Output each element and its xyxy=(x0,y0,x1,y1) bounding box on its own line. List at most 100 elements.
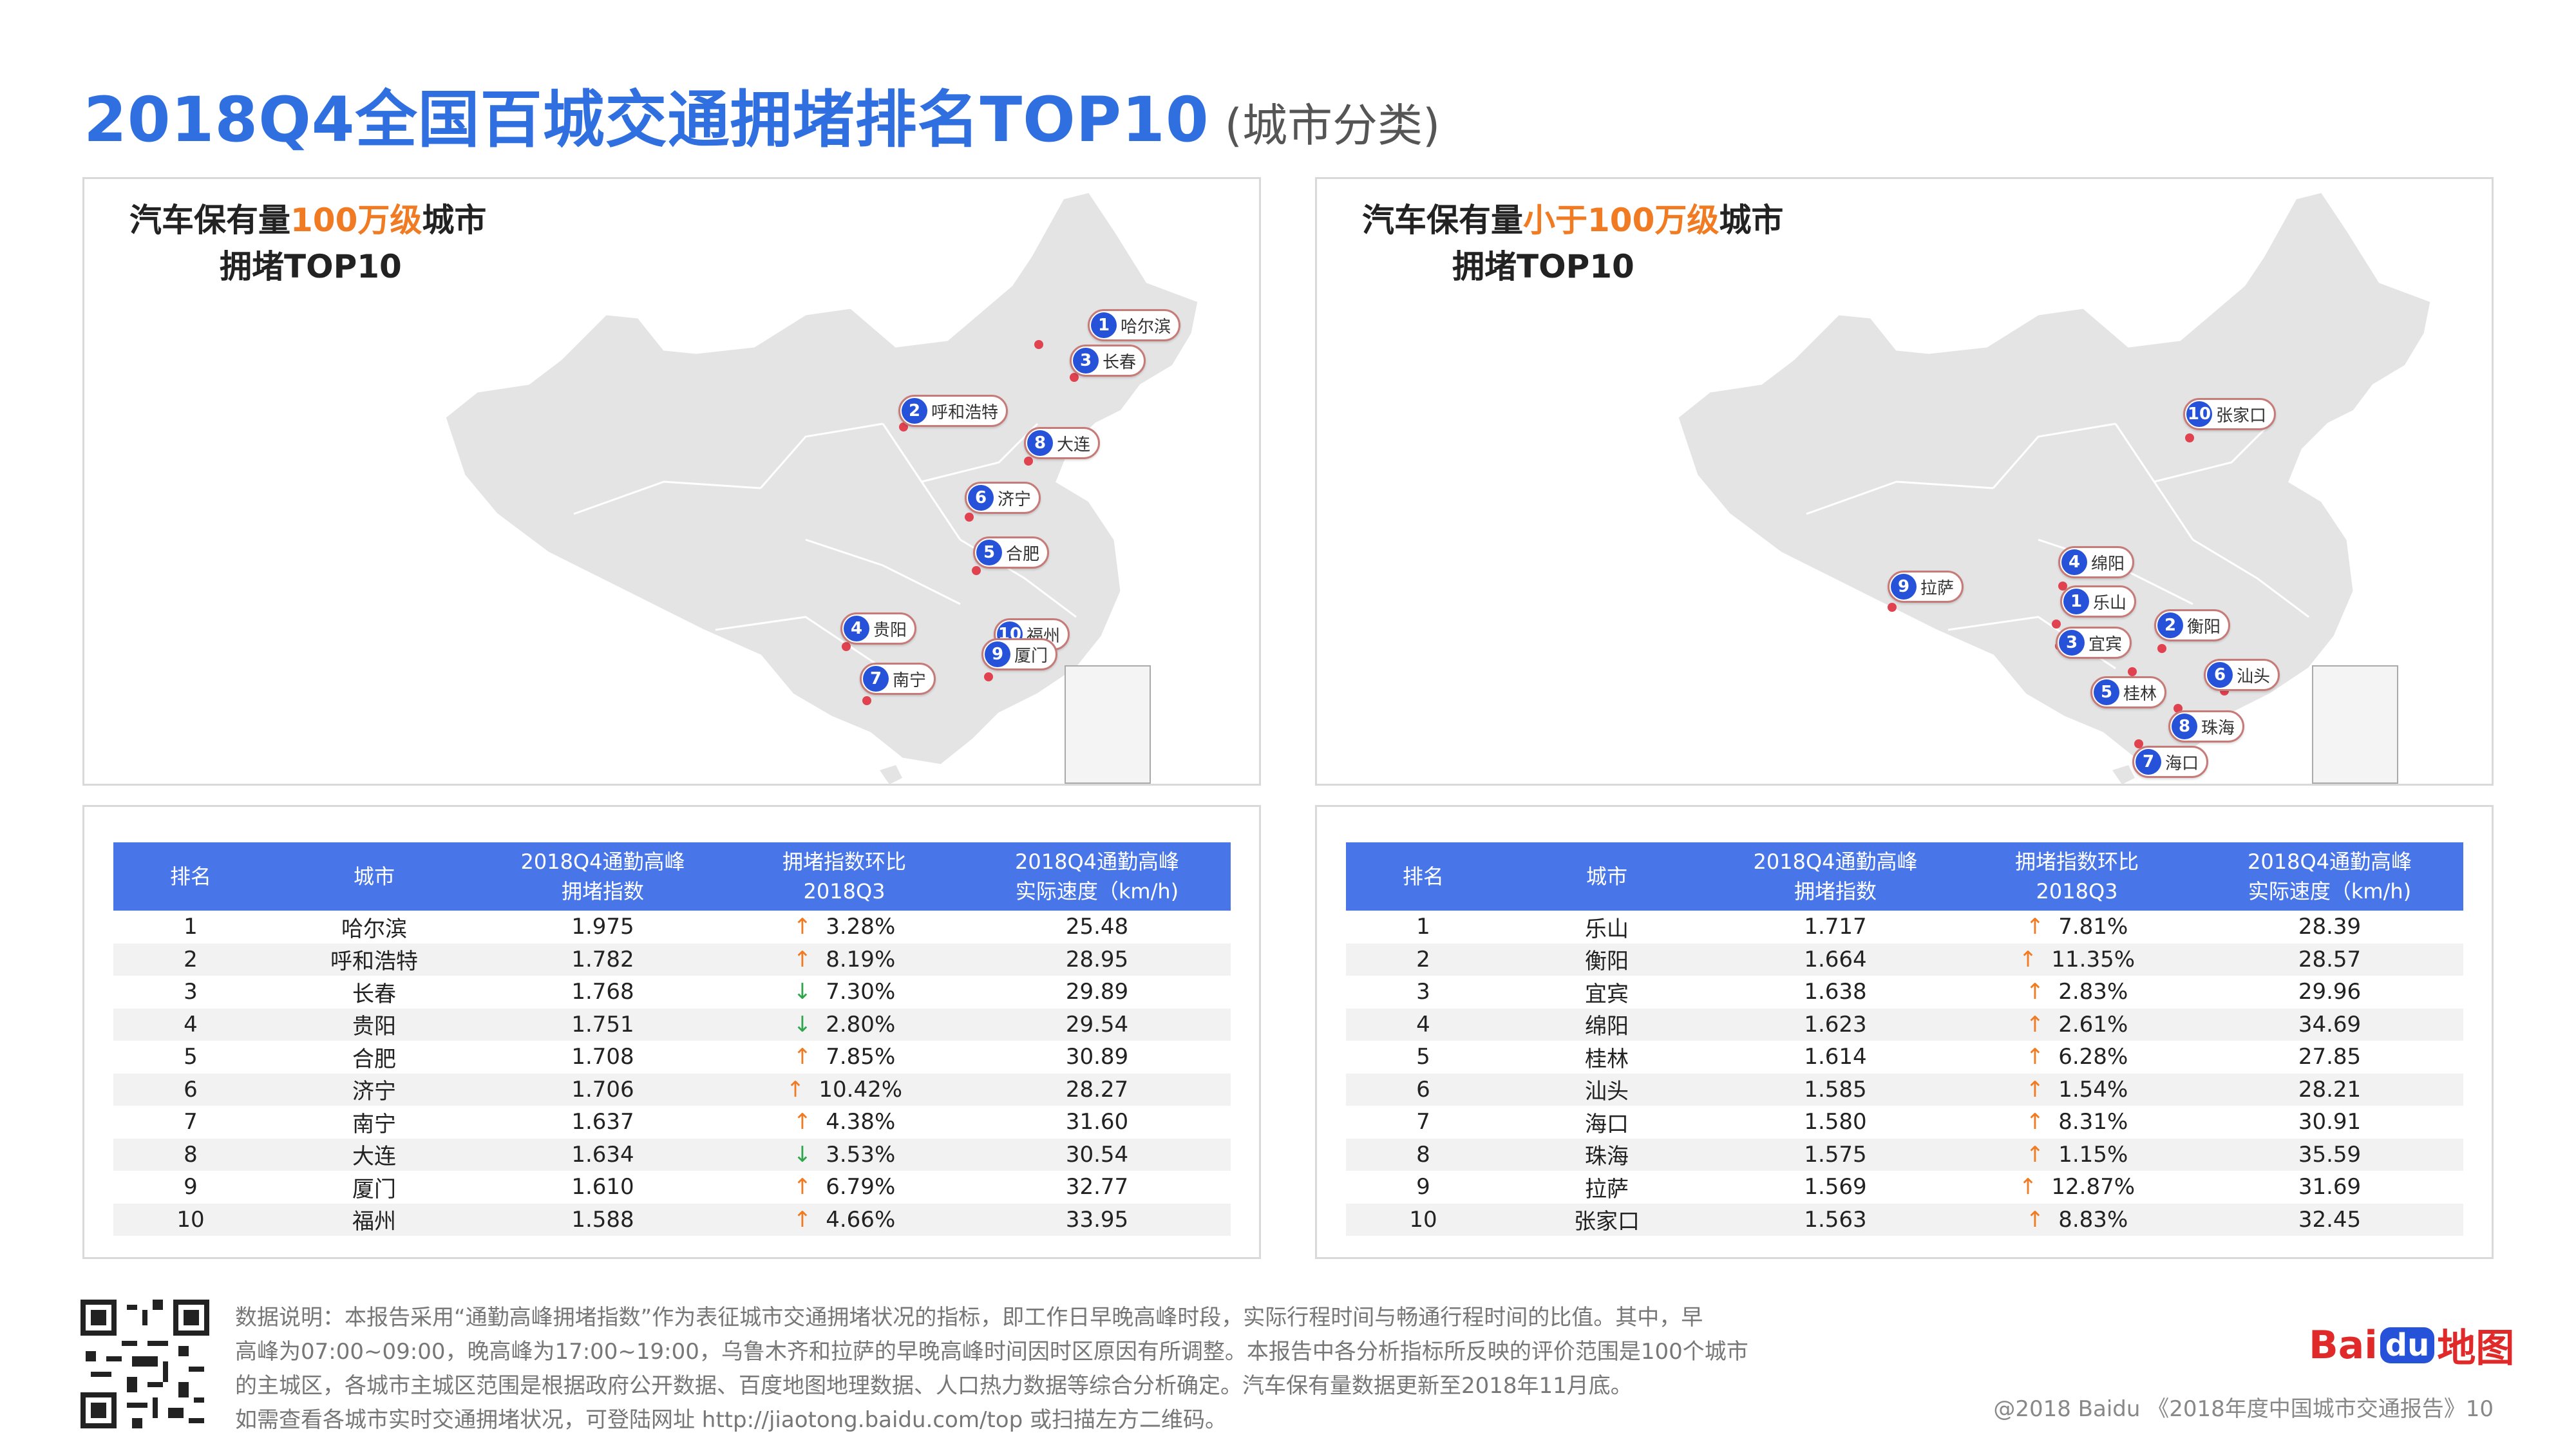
index-cell: 1.717 xyxy=(1804,914,1867,940)
index-cell: 1.569 xyxy=(1804,1174,1867,1200)
table-row: 10 福州 1.588 ↑ 4.66% 33.95 xyxy=(113,1203,1231,1236)
change-cell: ↓ 3.53% xyxy=(725,1138,963,1171)
panel-heading: 汽车保有量100万级城市 拥堵TOP10 xyxy=(129,202,487,285)
change-cell: ↑ 1.54% xyxy=(1958,1073,2196,1106)
city-dot xyxy=(984,672,993,681)
copyright: @2018 Baidu 《2018年度中国城市交通报告》10 xyxy=(1993,1396,2494,1422)
city-cell: 宜宾 xyxy=(1585,981,1629,1007)
change-value: 8.31% xyxy=(2058,1109,2128,1135)
city-dot xyxy=(972,566,981,575)
city-dot xyxy=(2128,667,2137,676)
city-marker: 4 贵阳 xyxy=(840,612,917,645)
city-dot xyxy=(842,642,851,651)
speed-cell: 33.95 xyxy=(963,1203,1231,1236)
city-dot xyxy=(965,513,974,522)
arrow-up-icon: ↑ xyxy=(2025,1206,2045,1233)
city-marker: 4 绵阳 xyxy=(2058,546,2135,578)
arrow-up-icon: ↑ xyxy=(2025,1044,2045,1070)
note-line: 高峰为07:00~09:00，晚高峰为17:00~19:00，乌鲁木齐和拉萨的早… xyxy=(235,1339,1748,1365)
change-value: 7.81% xyxy=(2058,914,2128,940)
change-cell: ↑ 8.31% xyxy=(1958,1106,2196,1139)
col-header: 城市 xyxy=(268,842,480,911)
table-header-row: 排名 城市 2018Q4通勤高峰 拥堵指数 拥堵指数环比 2018Q3 2018… xyxy=(113,842,1231,911)
city-dot xyxy=(2157,644,2166,653)
city-marker: 8 珠海 xyxy=(2168,710,2245,743)
city-cell: 济宁 xyxy=(268,1073,480,1106)
south-china-sea-inset xyxy=(2312,665,2398,784)
table-row: 8 大连 1.634 ↓ 3.53% 30.54 xyxy=(113,1138,1231,1171)
change-value: 3.53% xyxy=(826,1141,896,1168)
table-row: 3 宜宾 1.638 ↑ 2.83% 29.96 xyxy=(1346,976,2463,1009)
rank-cell: 1 xyxy=(184,914,198,940)
change-value: 3.28% xyxy=(826,914,896,940)
index-cell: 1.751 xyxy=(480,1008,725,1041)
change-value: 2.61% xyxy=(2058,1011,2128,1037)
index-cell: 1.575 xyxy=(1713,1138,1958,1171)
table-header-row: 排名 城市 2018Q4通勤高峰 拥堵指数 拥堵指数环比 2018Q3 2018… xyxy=(1346,842,2463,911)
rank-cell: 6 xyxy=(113,1073,268,1106)
rank-cell: 7 xyxy=(184,1109,198,1135)
index-cell: 1.563 xyxy=(1713,1203,1958,1236)
city-cell: 福州 xyxy=(268,1203,480,1236)
city-cell: 绵阳 xyxy=(1501,1008,1713,1041)
arrow-up-icon: ↑ xyxy=(2025,1109,2045,1135)
table-row: 7 南宁 1.637 ↑ 4.38% 31.60 xyxy=(113,1106,1231,1139)
index-cell: 1.588 xyxy=(480,1203,725,1236)
speed-cell: 28.27 xyxy=(963,1073,1231,1106)
note-line[interactable]: 如需查看各城市实时交通拥堵状况，可登陆网址 http://jiaotong.ba… xyxy=(235,1403,1794,1437)
city-cell: 海口 xyxy=(1585,1111,1629,1137)
table-row: 9 厦门 1.610 ↑ 6.79% 32.77 xyxy=(113,1171,1231,1204)
change-value: 10.42% xyxy=(819,1076,903,1103)
speed-cell: 28.95 xyxy=(963,943,1231,976)
change-value: 4.66% xyxy=(826,1206,896,1233)
rank-cell: 9 xyxy=(1416,1174,1430,1200)
city-marker: 8 大连 xyxy=(1024,427,1101,459)
city-cell: 哈尔滨 xyxy=(341,916,407,942)
rank-cell: 10 xyxy=(113,1203,268,1236)
change-cell: ↑ 7.85% xyxy=(725,1041,963,1074)
table-row: 7 海口 1.580 ↑ 8.31% 30.91 xyxy=(1346,1106,2463,1139)
index-cell: 1.708 xyxy=(571,1044,634,1070)
rank-cell: 3 xyxy=(1416,979,1430,1005)
change-value: 1.15% xyxy=(2058,1141,2128,1168)
arrow-up-icon: ↑ xyxy=(2018,1174,2038,1200)
change-value: 12.87% xyxy=(2051,1174,2136,1200)
index-cell: 1.664 xyxy=(1713,943,1958,976)
rank-cell: 6 xyxy=(1346,1073,1501,1106)
col-header: 排名 xyxy=(113,842,268,911)
table-row: 4 绵阳 1.623 ↑ 2.61% 34.69 xyxy=(1346,1008,2463,1041)
rank-cell: 9 xyxy=(184,1174,198,1200)
city-dot xyxy=(1024,457,1033,466)
speed-cell: 27.85 xyxy=(2298,1044,2362,1070)
city-cell: 桂林 xyxy=(1585,1046,1629,1072)
arrow-up-icon: ↑ xyxy=(793,1206,812,1233)
arrow-up-icon: ↑ xyxy=(793,1109,812,1135)
table-row: 5 桂林 1.614 ↑ 6.28% 27.85 xyxy=(1346,1041,2463,1074)
arrow-up-icon: ↑ xyxy=(793,946,812,972)
city-dot xyxy=(1034,340,1043,349)
change-value: 7.30% xyxy=(826,979,896,1005)
rank-cell: 4 xyxy=(113,1008,268,1041)
col-header: 2018Q4通勤高峰 拥堵指数 xyxy=(480,842,725,911)
congestion-table: 排名 城市 2018Q4通勤高峰 拥堵指数 拥堵指数环比 2018Q3 2018… xyxy=(1346,842,2463,1236)
city-cell: 大连 xyxy=(268,1138,480,1171)
change-cell: ↓ 2.80% xyxy=(725,1008,963,1041)
data-note: 数据说明：本报告采用“通勤高峰拥堵指数”作为表征城市交通拥堵状况的指标，即工作日… xyxy=(235,1301,1794,1437)
change-value: 1.54% xyxy=(2058,1076,2128,1103)
city-marker: 7 海口 xyxy=(2132,746,2209,778)
change-value: 6.28% xyxy=(2058,1044,2128,1070)
arrow-up-icon: ↑ xyxy=(793,914,812,940)
city-cell: 汕头 xyxy=(1501,1073,1713,1106)
speed-cell: 25.48 xyxy=(1065,914,1129,940)
qr-code[interactable] xyxy=(80,1300,209,1428)
rank-cell: 2 xyxy=(113,943,268,976)
city-dot xyxy=(2052,620,2061,629)
city-cell: 呼和浩特 xyxy=(268,943,480,976)
index-cell: 1.637 xyxy=(571,1109,634,1135)
speed-cell: 28.57 xyxy=(2196,943,2463,976)
city-marker: 7 南宁 xyxy=(860,663,936,695)
city-dot xyxy=(2185,433,2194,442)
arrow-up-icon: ↑ xyxy=(793,1044,812,1070)
change-value: 2.83% xyxy=(2058,979,2128,1005)
city-cell: 珠海 xyxy=(1501,1138,1713,1171)
